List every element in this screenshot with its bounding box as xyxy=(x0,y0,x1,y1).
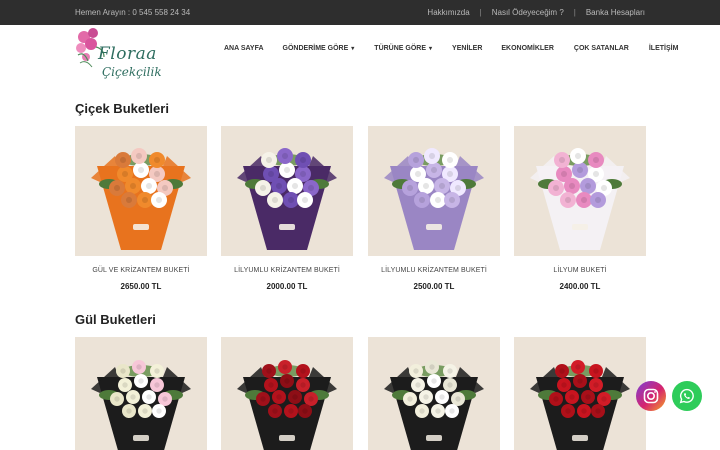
nav-label: TÜRÜNE GÖRE xyxy=(374,45,427,52)
section-title: Gül Buketleri xyxy=(75,312,156,327)
product-name[interactable]: LİLYUMLU KRİZANTEM BUKETİ xyxy=(368,267,500,274)
product-card[interactable] xyxy=(75,337,207,450)
product-price: 2500.00 TL xyxy=(413,282,455,291)
bouquet-illustration xyxy=(530,360,630,450)
top-links: Hakkımızda | Nasıl Ödeyeceğim ? | Banka … xyxy=(427,8,645,17)
nav-item[interactable]: YENİLER xyxy=(452,45,482,52)
product-image[interactable] xyxy=(75,126,207,256)
bouquet-illustration xyxy=(237,148,337,250)
nav-item[interactable]: İLETİŞİM xyxy=(649,45,679,52)
product-name[interactable]: LİLYUM BUKETİ xyxy=(514,267,646,274)
whatsapp-button[interactable] xyxy=(672,381,702,411)
product-card[interactable]: LİLYUMLU KRİZANTEM BUKETİ 2500.00 TL xyxy=(368,126,500,291)
whatsapp-icon xyxy=(679,388,694,404)
product-name[interactable]: GÜL VE KRİZANTEM BUKETİ xyxy=(75,267,207,274)
nav-label: ANA SAYFA xyxy=(224,45,264,52)
bouquet-illustration xyxy=(91,360,191,450)
main-nav: ANA SAYFA GÖNDERİME GÖRE ▾ TÜRÜNE GÖRE ▾ YENİ… xyxy=(224,45,678,52)
instagram-icon xyxy=(643,388,659,404)
product-card[interactable]: GÜL VE KRİZANTEM BUKETİ 2650.00 TL xyxy=(75,126,207,291)
top-bar: Hemen Arayın : 0 545 558 24 34 Hakkımızd… xyxy=(0,0,720,25)
nav-label: EKONOMİKLER xyxy=(501,45,554,52)
bouquet-illustration xyxy=(384,360,484,450)
how-to-pay-link[interactable]: Nasıl Ödeyeceğim ? xyxy=(492,8,564,17)
product-image[interactable] xyxy=(75,337,207,450)
nav-item[interactable]: EKONOMİKLER xyxy=(501,45,554,52)
logo-subtext: Çiçekçilik xyxy=(102,65,162,79)
product-image[interactable] xyxy=(368,337,500,450)
about-link[interactable]: Hakkımızda xyxy=(427,8,469,17)
site-header: Floraa Çiçekçilik ANA SAYFA GÖNDERİME GÖR… xyxy=(0,25,720,89)
chevron-down-icon: ▾ xyxy=(429,46,433,52)
nav-item[interactable]: ANA SAYFA xyxy=(224,45,264,52)
bouquet-illustration xyxy=(237,360,337,450)
product-image[interactable] xyxy=(514,126,646,256)
product-card[interactable]: LİLYUM BUKETİ 2400.00 TL xyxy=(514,126,646,291)
site-logo[interactable]: Floraa Çiçekçilik xyxy=(74,27,162,87)
separator: | xyxy=(479,8,482,17)
chevron-down-icon: ▾ xyxy=(351,46,355,52)
nav-label: İLETİŞİM xyxy=(648,45,679,52)
product-card[interactable] xyxy=(514,337,646,450)
product-image[interactable] xyxy=(221,126,353,256)
product-name[interactable]: LİLYUMLU KRİZANTEM BUKETİ xyxy=(221,267,353,274)
product-price: 2650.00 TL xyxy=(120,282,162,291)
instagram-button[interactable] xyxy=(636,381,666,411)
product-card[interactable] xyxy=(368,337,500,450)
product-price: 2000.00 TL xyxy=(266,282,308,291)
bouquet-illustration xyxy=(384,148,484,250)
logo-text: Floraa xyxy=(98,44,157,64)
product-image[interactable] xyxy=(368,126,500,256)
bouquet-illustration xyxy=(530,148,630,250)
bank-accounts-link[interactable]: Banka Hesapları xyxy=(586,8,645,17)
nav-label: YENİLER xyxy=(452,45,483,52)
section-title: Çiçek Buketleri xyxy=(75,101,169,116)
nav-item[interactable]: GÖNDERİME GÖRE ▾ xyxy=(283,45,355,52)
contact-phone: Hemen Arayın : 0 545 558 24 34 xyxy=(75,8,191,17)
nav-label: ÇOK SATANLAR xyxy=(573,45,629,52)
separator: | xyxy=(573,8,576,17)
product-image[interactable] xyxy=(514,337,646,450)
product-image[interactable] xyxy=(221,337,353,450)
product-price: 2400.00 TL xyxy=(559,282,601,291)
nav-label: GÖNDERİME GÖRE xyxy=(282,45,349,52)
nav-item[interactable]: TÜRÜNE GÖRE ▾ xyxy=(374,45,432,52)
nav-item[interactable]: ÇOK SATANLAR xyxy=(574,45,629,52)
bouquet-illustration xyxy=(91,148,191,250)
product-card[interactable] xyxy=(221,337,353,450)
product-card[interactable]: LİLYUMLU KRİZANTEM BUKETİ 2000.00 TL xyxy=(221,126,353,291)
